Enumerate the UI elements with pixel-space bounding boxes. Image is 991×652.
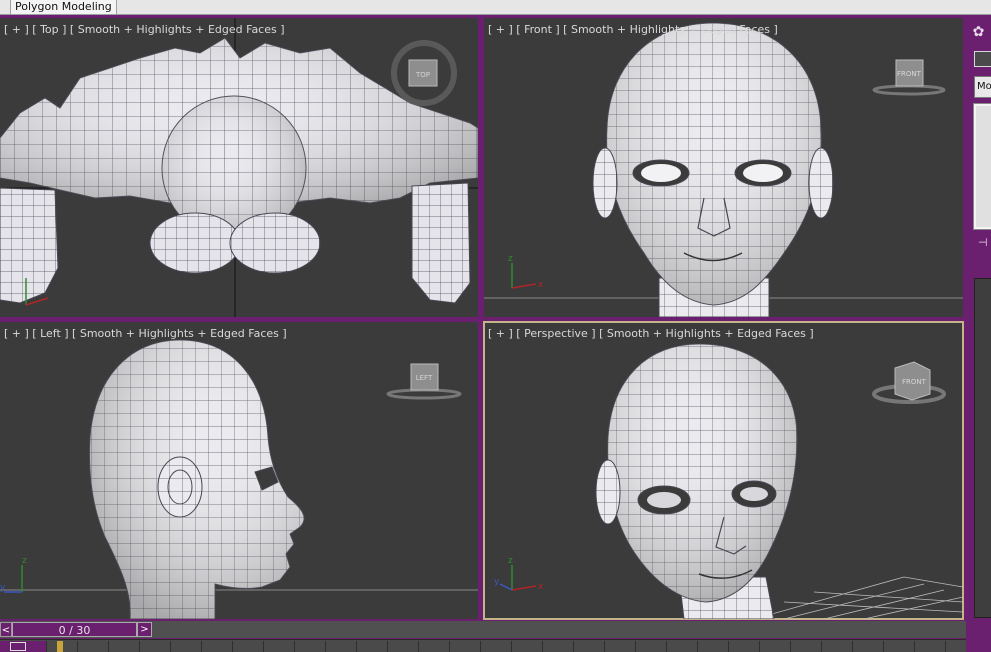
settings-gear-icon[interactable]: ✿ (970, 24, 987, 41)
viewport-perspective[interactable]: FRONT z x y [ + ] [ Perspective ] [ Smoo… (483, 321, 964, 620)
axis-x-front: x (538, 280, 544, 290)
viewport-top[interactable]: TOP [ + ] [ Top ] [ Smooth + Highlights … (0, 18, 478, 317)
time-slider-thumb[interactable]: 0 / 30 (12, 622, 137, 637)
modifier-stack-list[interactable] (973, 103, 991, 230)
viewcube-left-text: LEFT (416, 374, 433, 382)
viewport-left-label[interactable]: [ + ] [ Left ] [ Smooth + Highlights + E… (4, 327, 287, 340)
viewport-front-label[interactable]: [ + ] [ Front ] [ Smooth + Highlights + … (488, 23, 778, 36)
viewcube-perspective-text: FRONT (902, 378, 927, 386)
axis-z-perspective: z (508, 556, 513, 566)
mini-curve-editor-icon[interactable] (0, 641, 46, 652)
current-frame-marker[interactable] (57, 641, 63, 652)
command-panel-rollout (974, 278, 991, 618)
viewport-perspective-label[interactable]: [ + ] [ Perspective ] [ Smooth + Highlig… (488, 327, 814, 340)
time-prev-button[interactable]: < (0, 622, 12, 637)
ribbon-bar: Polygon Modeling (0, 0, 991, 15)
left-view-mesh: LEFT z y (0, 339, 478, 619)
axis-z-left: z (22, 556, 27, 566)
axis-y-perspective: y (494, 577, 500, 587)
viewport-front[interactable]: FRONT z x [ + ] [ Front ] [ Smooth + Hig… (484, 18, 963, 317)
viewcube-front-text: FRONT (897, 70, 922, 78)
tab-polygon-modeling[interactable]: Polygon Modeling (10, 0, 117, 15)
object-name-field[interactable] (974, 51, 991, 67)
axis-z-front: z (508, 254, 513, 264)
viewcube-top-text: TOP (415, 71, 430, 79)
front-view-mesh: FRONT z x (484, 22, 963, 317)
viewport-top-label[interactable]: [ + ] [ Top ] [ Smooth + Highlights + Ed… (4, 23, 285, 36)
perspective-view-mesh: FRONT z x y (494, 343, 963, 619)
3dsmax-window: Polygon Modeling TOP [+] [Top] [Smo… (0, 0, 991, 652)
command-panel: ✿ Mo ⊣ (966, 18, 991, 619)
track-bar-ticks (46, 641, 966, 652)
modifier-list-dropdown[interactable]: Mo (974, 76, 991, 98)
viewport-left[interactable]: LEFT z y [ + ] [ Left ] [ Smooth + Highl… (0, 322, 478, 619)
pin-stack-icon[interactable]: ⊣ (978, 236, 991, 250)
axis-y-left: y (0, 583, 6, 593)
time-slider[interactable]: < 0 / 30 > (0, 621, 966, 638)
track-bar[interactable] (0, 639, 966, 652)
axis-x-perspective: x (538, 582, 544, 592)
top-view-mesh: TOP (0, 18, 478, 317)
time-next-button[interactable]: > (137, 622, 152, 637)
